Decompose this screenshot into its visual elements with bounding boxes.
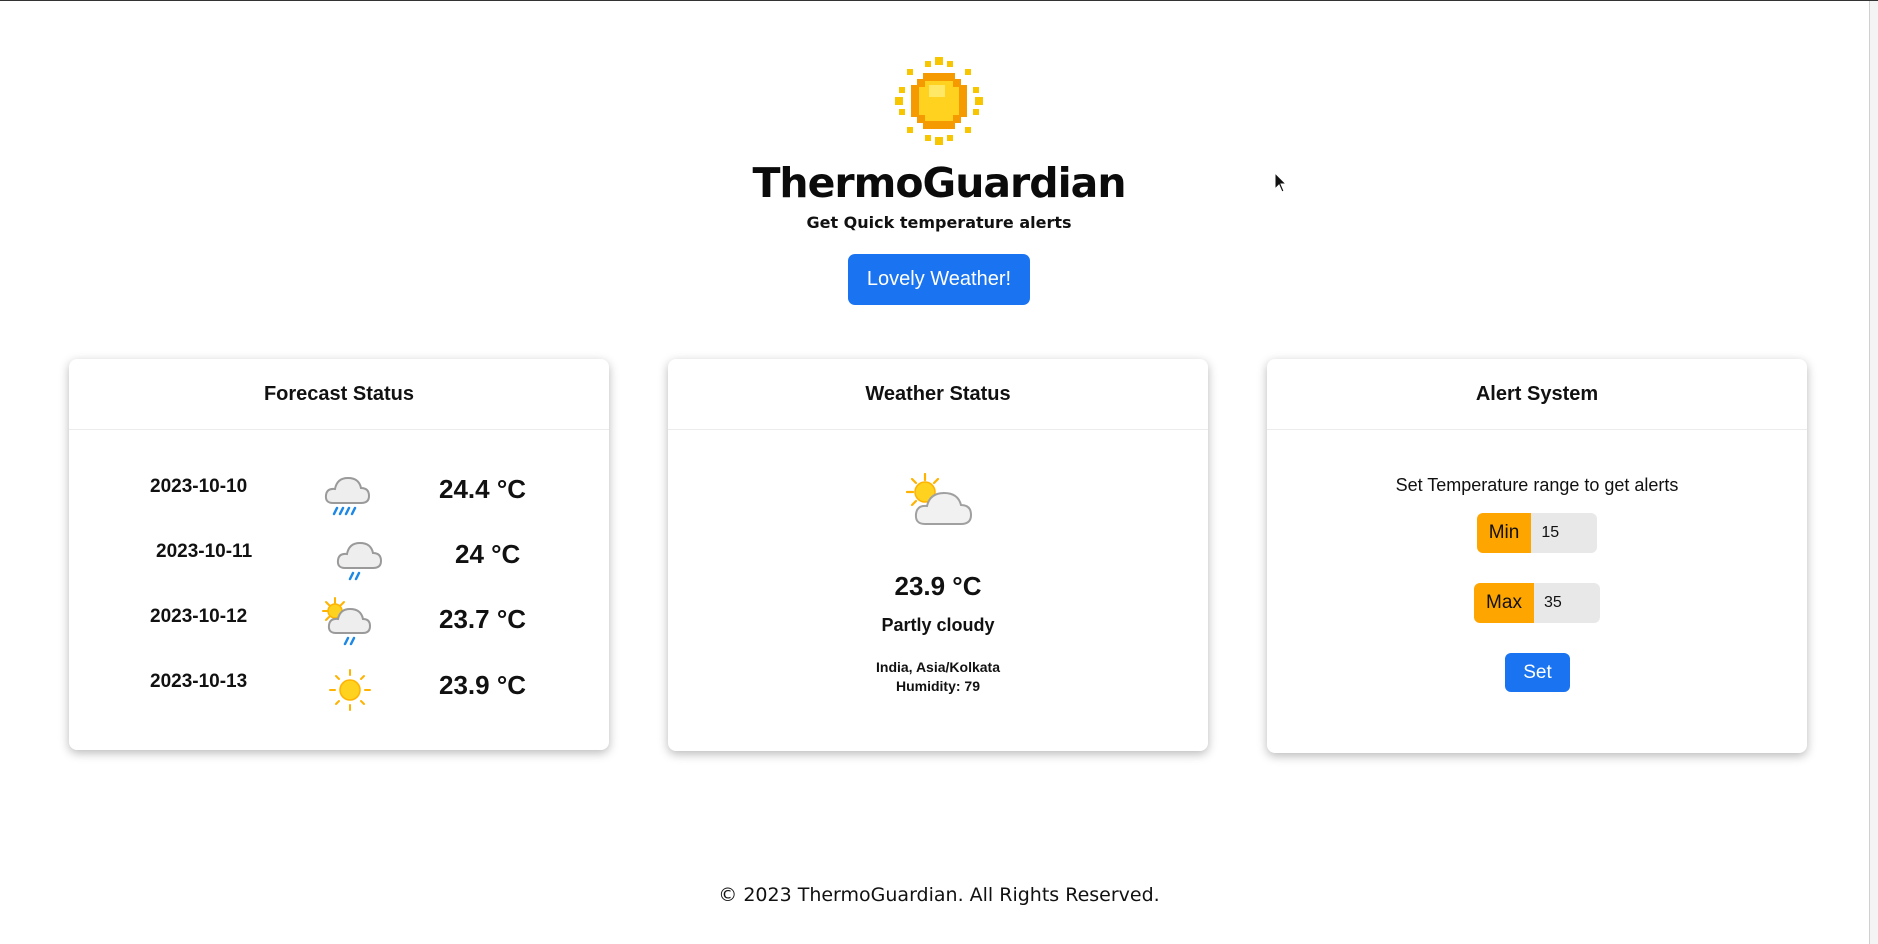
app-subtitle: Get Quick temperature alerts	[806, 213, 1072, 232]
forecast-row: 2023-10-13 23.9 °C	[69, 660, 609, 720]
humidity-text: Humidity: 79	[895, 678, 980, 694]
forecast-temp: 24 °C	[455, 539, 521, 569]
light-rain-cloud-icon	[336, 541, 383, 581]
app-title: ThermoGuardian	[752, 159, 1126, 207]
set-alert-button[interactable]: Set	[1505, 653, 1570, 692]
forecast-date: 2023-10-10	[150, 476, 248, 497]
alert-instruction: Set Temperature range to get alerts	[1395, 475, 1679, 495]
forecast-card-title: Forecast Status	[69, 359, 609, 430]
max-temperature-input[interactable]	[1533, 583, 1600, 623]
forecast-row: 2023-10-12 23.7 °C	[69, 595, 609, 655]
mouse-pointer-icon	[1274, 172, 1288, 193]
min-range-row: Min	[1267, 513, 1807, 553]
location-text: India, Asia/Kolkata	[876, 659, 1000, 675]
min-label: Min	[1476, 513, 1532, 553]
lovely-weather-button[interactable]: Lovely Weather!	[847, 254, 1031, 305]
max-label: Max	[1474, 583, 1534, 623]
partly-cloudy-icon	[905, 472, 973, 525]
forecast-status-card: Forecast Status 2023-10-10 24.4 °C 2023-…	[69, 359, 609, 750]
forecast-temp: 23.9 °C	[439, 670, 527, 700]
current-temperature: 23.9 °C	[894, 571, 982, 601]
min-temperature-input[interactable]	[1531, 513, 1598, 553]
weather-status-card: Weather Status 23.9 °C Partly cloudy Ind…	[668, 359, 1208, 751]
page-header: ThermoGuardian Get Quick temperature ale…	[0, 51, 1878, 305]
heavy-rain-cloud-icon	[324, 476, 371, 516]
alert-card-title: Alert System	[1267, 359, 1807, 430]
forecast-date: 2023-10-13	[150, 671, 248, 692]
weather-card-title: Weather Status	[668, 359, 1208, 430]
forecast-date: 2023-10-12	[150, 606, 248, 627]
max-range-row: Max	[1267, 583, 1807, 623]
sunny-icon	[329, 669, 371, 711]
alert-system-card: Alert System Set Temperature range to ge…	[1267, 359, 1807, 753]
forecast-temp: 23.7 °C	[439, 604, 527, 634]
forecast-row: 2023-10-11 24 °C	[69, 530, 609, 590]
forecast-row: 2023-10-10 24.4 °C	[69, 465, 609, 525]
sun-cloud-rain-icon	[322, 597, 372, 646]
footer-copyright: © 2023 ThermoGuardian. All Rights Reserv…	[718, 884, 1160, 906]
weather-condition: Partly cloudy	[881, 615, 995, 635]
forecast-temp: 24.4 °C	[439, 474, 527, 504]
forecast-date: 2023-10-11	[156, 541, 253, 562]
sun-icon	[895, 57, 983, 145]
